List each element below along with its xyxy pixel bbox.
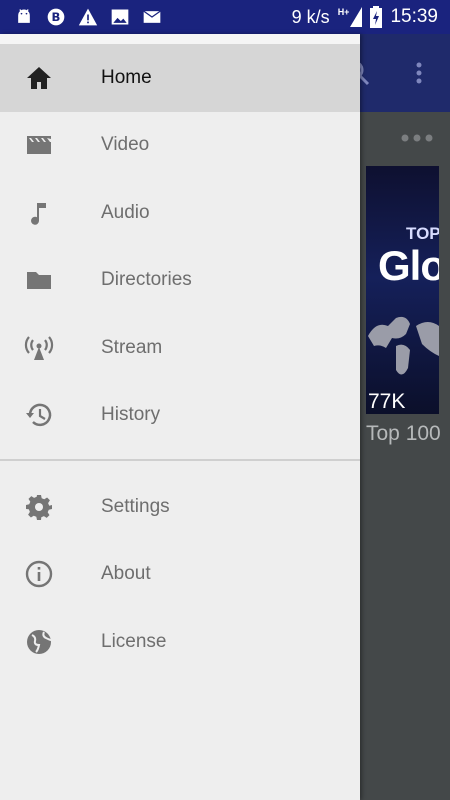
movie-icon	[27, 136, 51, 155]
drawer-item-label: Stream	[101, 336, 163, 358]
history-icon	[26, 403, 52, 427]
network-type: H+	[338, 7, 363, 27]
drawer-item-label: License	[101, 630, 167, 652]
info-icon	[25, 561, 53, 588]
thumbnail-views: 77K	[368, 390, 406, 413]
svg-text:B: B	[52, 10, 61, 24]
drawer-item-settings[interactable]: Settings	[0, 473, 360, 541]
globe-icon	[27, 629, 52, 654]
folder-icon	[27, 272, 51, 290]
home-icon	[27, 66, 51, 89]
stream-antenna-icon	[24, 336, 54, 360]
b-circle-icon: B	[47, 8, 65, 26]
primary-menu: Home Video Audio Directories Stream History	[0, 44, 360, 449]
drawer-item-audio[interactable]: Audio	[0, 179, 360, 247]
secondary-menu: Settings About License	[0, 473, 360, 676]
drawer-item-label: About	[101, 563, 151, 585]
signal-icon	[350, 7, 363, 27]
menu-divider	[0, 459, 360, 461]
drawer-item-label: Audio	[101, 201, 150, 223]
image-icon	[111, 9, 129, 25]
drawer-item-label: Settings	[101, 495, 170, 517]
battery-icon	[370, 6, 383, 28]
video-thumbnail[interactable]: TOP Glo 77K	[366, 166, 439, 414]
drawer-item-about[interactable]: About	[0, 541, 360, 609]
mail-icon	[143, 10, 161, 23]
thumbnail-title: Glo	[378, 242, 439, 289]
android-icon	[18, 9, 30, 23]
drawer-item-stream[interactable]: Stream	[0, 314, 360, 382]
music-note-icon	[31, 202, 46, 225]
clock: 15:39	[390, 6, 438, 27]
drawer-item-home[interactable]: Home	[0, 44, 360, 112]
video-title-caption[interactable]: Top 100	[366, 422, 441, 446]
warning-icon	[78, 8, 98, 26]
navigation-drawer: Home Video Audio Directories Stream History S…	[0, 34, 360, 800]
status-bar: B 9 k/s H+ 15:39	[0, 0, 450, 34]
settings-gear-icon	[26, 494, 52, 520]
network-speed: 9 k/s	[291, 6, 330, 27]
drawer-item-label: Video	[101, 134, 150, 156]
overflow-menu-icon[interactable]	[404, 58, 434, 88]
drawer-item-directories[interactable]: Directories	[0, 247, 360, 315]
screen: B 9 k/s H+ 15:39 TOP Glo 77K Top 100 Hom…	[0, 0, 450, 800]
drawer-item-label: Directories	[101, 269, 192, 291]
drawer-item-label: History	[101, 404, 161, 426]
drawer-item-history[interactable]: History	[0, 382, 360, 450]
drawer-item-video[interactable]: Video	[0, 112, 360, 180]
drawer-item-label: Home	[101, 66, 152, 88]
thumbnail-top-text: TOP	[406, 224, 439, 243]
more-horizontal-icon[interactable]	[400, 132, 434, 144]
drawer-header-strip	[0, 34, 360, 44]
drawer-item-license[interactable]: License	[0, 608, 360, 676]
